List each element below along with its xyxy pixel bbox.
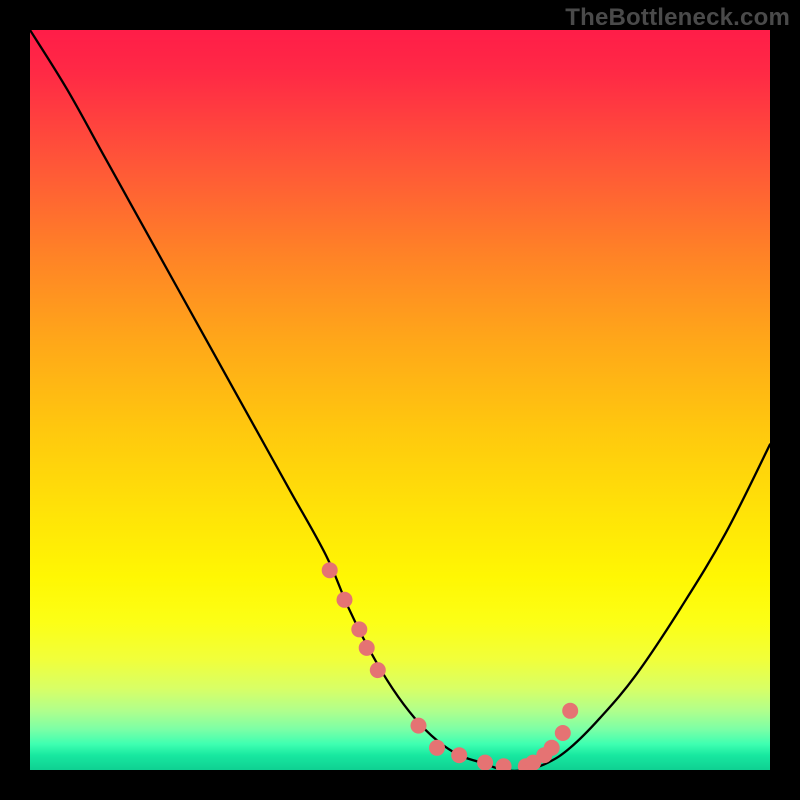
watermark-text: TheBottleneck.com <box>565 4 790 32</box>
dot-marker <box>337 592 353 608</box>
dot-marker <box>359 640 375 656</box>
dot-marker <box>411 718 427 734</box>
chart-svg <box>30 30 770 770</box>
dot-marker <box>322 562 338 578</box>
dot-marker <box>544 740 560 756</box>
plot-area <box>30 30 770 770</box>
dot-marker <box>429 740 445 756</box>
dot-marker <box>351 621 367 637</box>
chart-frame: TheBottleneck.com <box>0 0 800 800</box>
dot-marker <box>562 703 578 719</box>
dot-marker <box>555 725 571 741</box>
dot-markers-group <box>322 562 579 770</box>
dot-marker <box>370 662 386 678</box>
dot-marker <box>496 758 512 770</box>
dot-marker <box>451 747 467 763</box>
bottleneck-curve <box>30 30 770 770</box>
dot-marker <box>477 755 493 770</box>
